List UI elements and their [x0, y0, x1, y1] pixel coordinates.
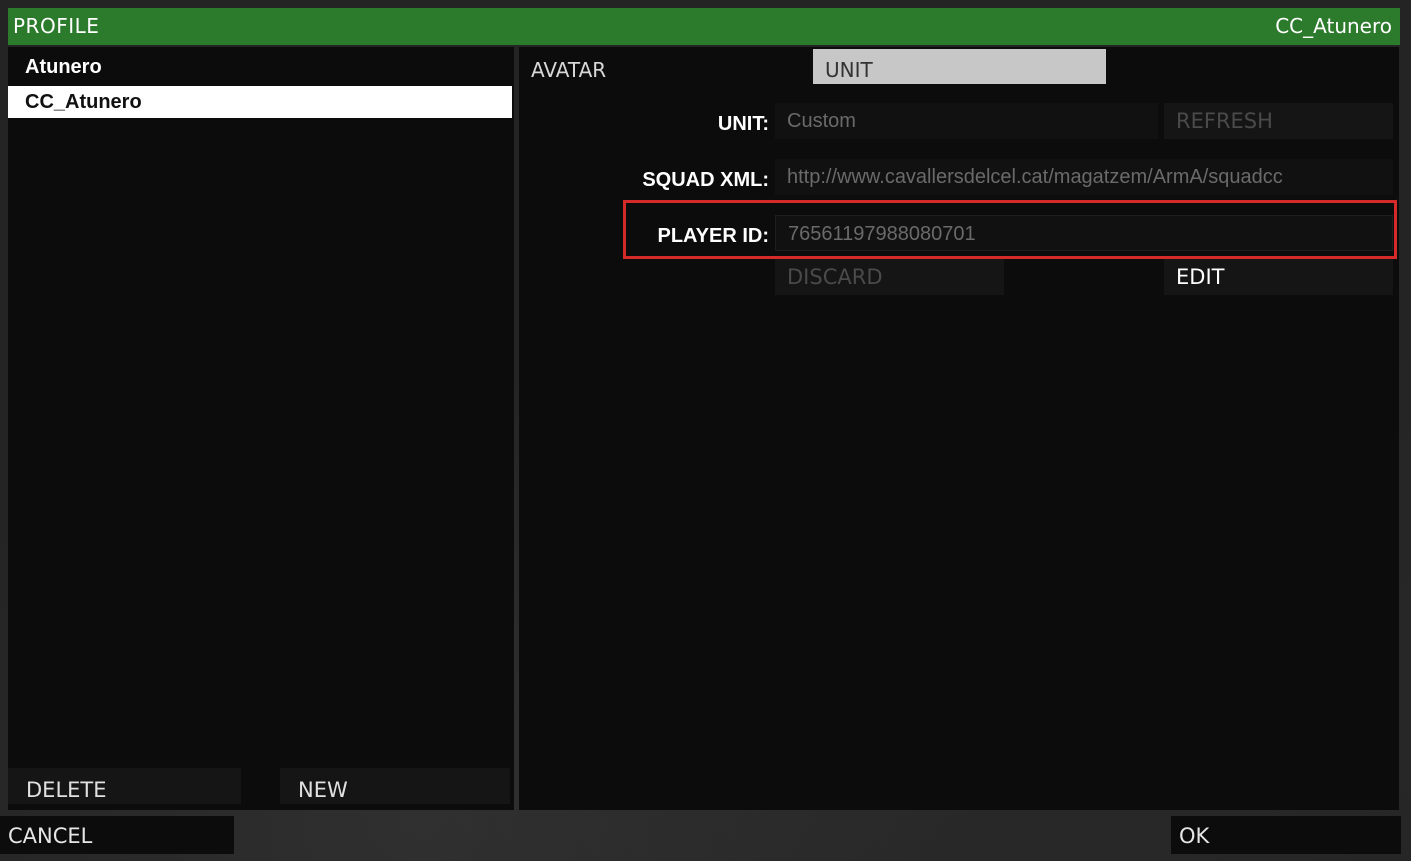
- squad-xml-field[interactable]: http://www.cavallersdelcel.cat/magatzem/…: [775, 159, 1393, 195]
- profile-list-panel: Atunero CC_Atunero DELETE NEW: [8, 47, 514, 810]
- profile-list-item-selected[interactable]: CC_Atunero: [8, 86, 512, 118]
- squad-xml-label: SQUAD XML:: [642, 169, 769, 191]
- discard-button[interactable]: DISCARD: [775, 259, 1004, 295]
- ok-button[interactable]: OK: [1171, 816, 1401, 854]
- profile-details-panel: AVATAR UNIT UNIT: Custom REFRESH SQUAD X…: [519, 47, 1399, 810]
- player-id-highlight: [623, 200, 1397, 259]
- window-title: PROFILE: [13, 14, 100, 38]
- profile-list-item[interactable]: Atunero: [8, 51, 512, 83]
- edit-button[interactable]: EDIT: [1164, 259, 1393, 295]
- unit-field[interactable]: Custom: [775, 103, 1158, 139]
- profile-screen: PROFILE CC_Atunero Atunero CC_Atunero DE…: [0, 0, 1411, 861]
- tab-avatar[interactable]: AVATAR: [531, 49, 811, 84]
- unit-label: UNIT:: [717, 113, 769, 135]
- title-bar: PROFILE CC_Atunero: [8, 8, 1400, 45]
- current-profile-name: CC_Atunero: [1275, 14, 1392, 38]
- refresh-button[interactable]: REFRESH: [1164, 103, 1393, 139]
- tab-unit[interactable]: UNIT: [813, 49, 1106, 84]
- new-button[interactable]: NEW: [280, 768, 510, 804]
- delete-button[interactable]: DELETE: [8, 768, 241, 804]
- cancel-button[interactable]: CANCEL: [0, 816, 234, 854]
